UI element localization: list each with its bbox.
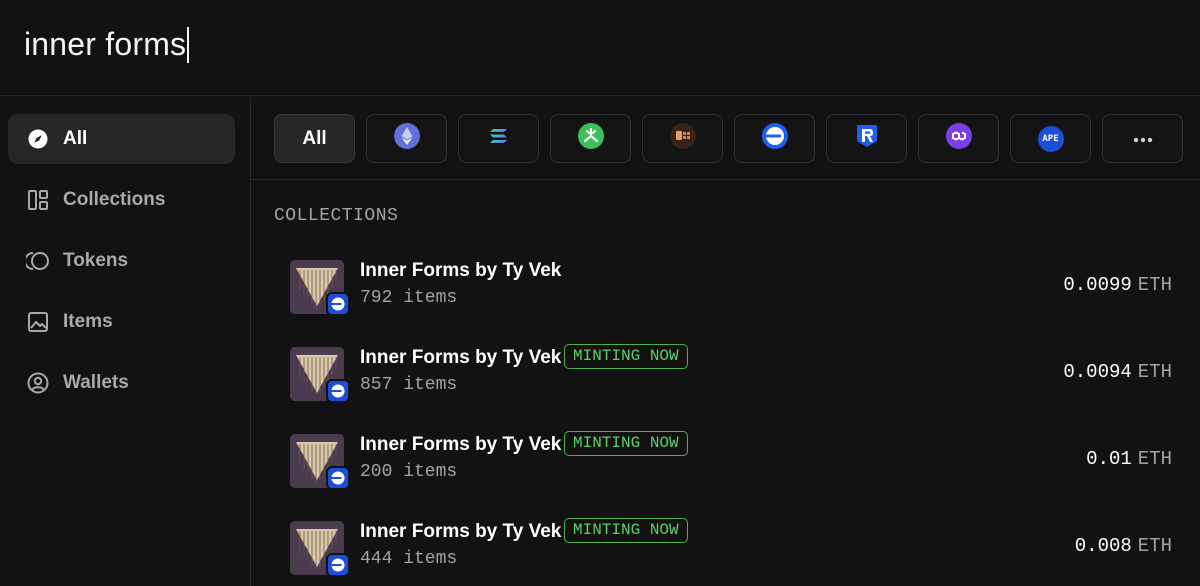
base-icon [326,292,350,316]
chain-chip-ethereum[interactable] [366,114,447,163]
more-icon [1133,130,1153,148]
sidebar-item-label: Tokens [63,250,129,271]
chain-chip-polygon[interactable] [918,114,999,163]
collection-item-count: 857 items [360,375,458,395]
compass-icon [26,127,50,151]
collection-name: Inner Forms by Ty Vek [360,260,562,281]
sidebar-item-label: Items [63,311,113,332]
collection-floor-price: 0.008 ETH [1075,535,1172,557]
grid-layout-icon [26,188,50,212]
chain-chip-more[interactable] [1102,114,1183,163]
price-value: 0.008 [1074,535,1132,557]
chain-chip-brown[interactable] [642,114,723,163]
price-value: 0.0099 [1063,274,1132,296]
ape-icon: APE [1037,125,1064,152]
sidebar-item-all[interactable]: All [8,114,235,164]
collection-item-count: 792 items [360,288,458,308]
chain-chip-base[interactable] [734,114,815,163]
base-icon [326,379,350,403]
chain-green-icon [577,123,604,154]
sidebar-item-tokens[interactable]: Tokens [8,236,235,286]
chain-chip-ape[interactable]: APE [1010,114,1091,163]
sidebar-item-wallets[interactable]: Wallets [8,358,235,408]
ethereum-icon [393,123,420,154]
polygon-icon [945,123,972,154]
base-icon [326,466,350,490]
collection-row[interactable]: Inner Forms by Ty Vek 792 items 0.0099 ET… [252,248,1200,335]
search-query: inner forms [24,26,187,62]
collection-name: Inner Forms by Ty Vek [360,434,562,455]
minting-now-badge: MINTING NOW [564,431,688,456]
base-icon [761,123,788,154]
chain-chip-all[interactable]: All [274,114,355,163]
chain-chip-solana[interactable] [458,114,539,163]
search-input[interactable]: inner forms [24,22,190,66]
collection-floor-price: 0.0099 ETH [1063,274,1172,296]
collection-floor-price: 0.01 ETH [1086,448,1172,470]
collection-row[interactable]: Inner Forms by Ty Vek MINTING NOW 444 it… [252,509,1200,586]
chain-filter-bar: All APE [252,97,1200,180]
collection-item-count: 444 items [360,549,458,569]
price-unit: ETH [1137,361,1172,383]
collection-item-count: 200 items [360,462,458,482]
collection-name: Inner Forms by Ty Vek [360,347,562,368]
collection-row[interactable]: Inner Forms by Ty Vek MINTING NOW 857 it… [252,335,1200,422]
collection-name: Inner Forms by Ty Vek [360,521,562,542]
user-circle-icon [26,371,50,395]
minting-now-badge: MINTING NOW [564,344,688,369]
coins-icon [26,249,50,273]
sidebar-item-items[interactable]: Items [8,297,235,347]
chain-brown-icon [669,123,696,154]
solana-icon [487,126,511,151]
base-icon [326,553,350,577]
price-unit: ETH [1137,274,1172,296]
price-value: 0.0094 [1063,361,1132,383]
search-bar: inner forms [0,0,1200,96]
collection-row[interactable]: Inner Forms by Ty Vek MINTING NOW 200 it… [252,422,1200,509]
chain-shield-icon [855,123,879,154]
image-icon [26,310,50,334]
price-value: 0.01 [1086,448,1132,470]
section-title-collections: COLLECTIONS [274,206,399,226]
minting-now-badge: MINTING NOW [564,518,688,543]
sidebar-item-label: Collections [63,189,166,210]
sidebar-item-label: Wallets [63,372,129,393]
price-unit: ETH [1137,448,1172,470]
collection-floor-price: 0.0094 ETH [1063,361,1172,383]
sidebar: All Collections Tokens Items Wallets [0,97,251,586]
price-unit: ETH [1137,535,1172,557]
chain-chip-shield[interactable] [826,114,907,163]
chip-label: All [302,127,327,149]
sidebar-item-collections[interactable]: Collections [8,175,235,225]
text-caret [187,27,190,63]
chain-chip-green[interactable] [550,114,631,163]
sidebar-item-label: All [63,128,88,149]
